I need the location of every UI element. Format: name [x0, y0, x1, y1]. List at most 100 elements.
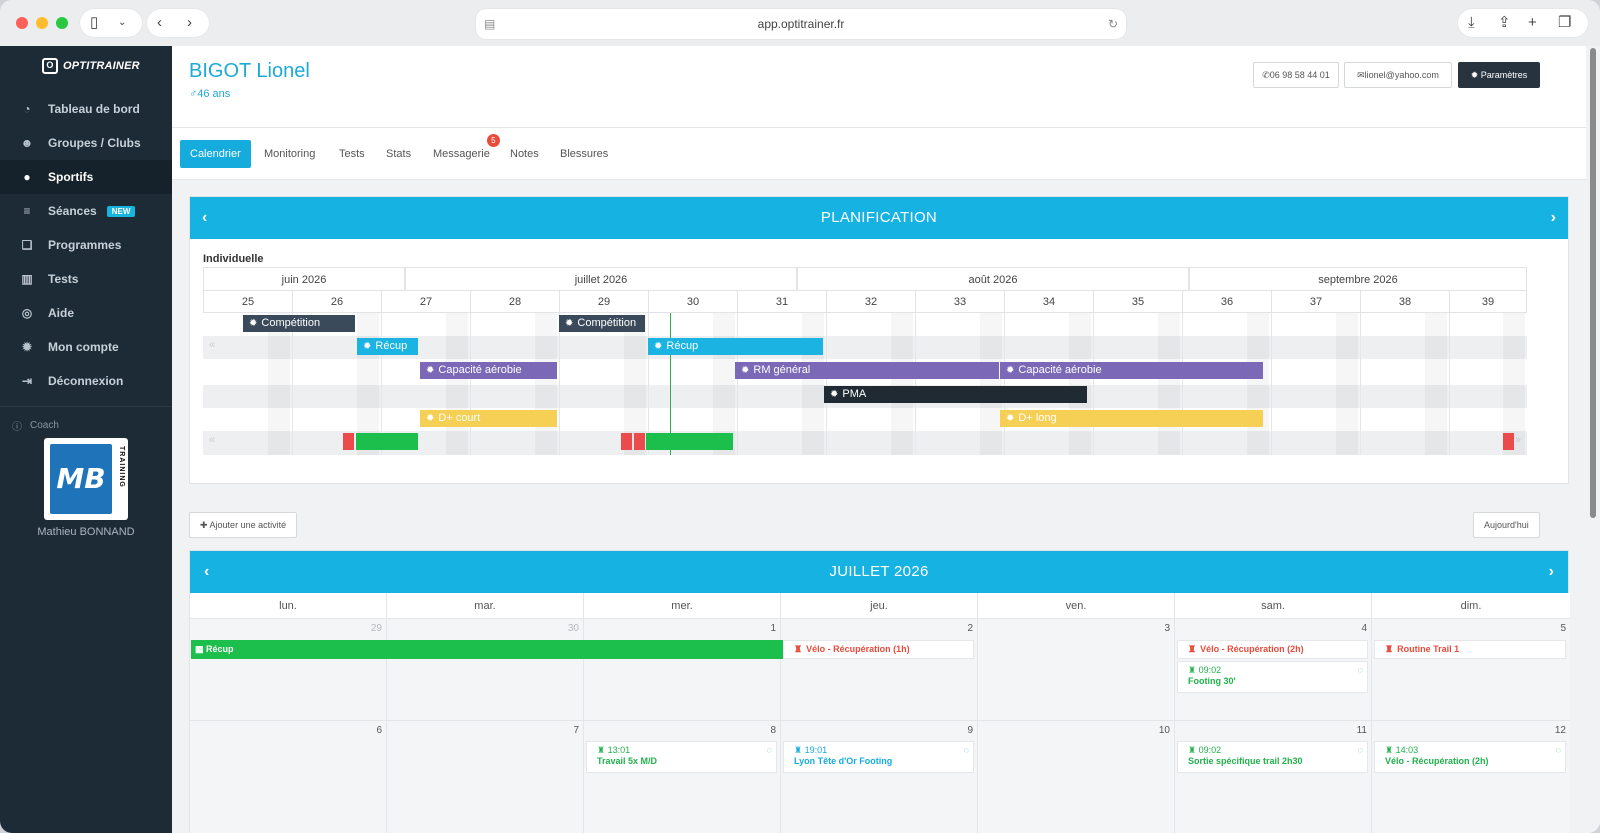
brand-name: OPTITRAINER [63, 60, 140, 72]
sidebar-item-tests[interactable]: ▥ Tests [0, 262, 172, 296]
calendar-event[interactable]: ♜ 09:02 Footing 30' ◌ [1177, 661, 1368, 693]
calendar-event[interactable]: ♜ Vélo - Récupération (2h) [1177, 640, 1368, 659]
settings-button[interactable]: ✹ Paramètres [1458, 62, 1540, 88]
next-period-icon[interactable]: › [1551, 197, 1556, 239]
share-icon[interactable]: ⇪ [1498, 9, 1511, 37]
week-header: 32 [826, 291, 916, 313]
comment-icon[interactable]: ◌ [1556, 745, 1561, 755]
calendar-event[interactable]: ♜ 14:03 Vélo - Récupération (2h) ◌ [1374, 741, 1566, 773]
day-number: 29 [370, 623, 382, 634]
unread-badge: 5 [486, 134, 500, 147]
sidebar-item-aide[interactable]: ◎ Aide [0, 296, 172, 330]
calendar-day[interactable]: 30 [387, 619, 584, 721]
address-bar[interactable]: ▤ app.optitrainer.fr ↻ [476, 9, 1126, 39]
new-tab-icon[interactable]: + [1528, 9, 1537, 37]
sidebar-item-sportifs[interactable]: ● Sportifs [0, 160, 172, 194]
tab-tests[interactable]: Tests [329, 140, 375, 168]
close-window-button[interactable] [16, 17, 28, 29]
download-icon[interactable]: ⤓ [1468, 9, 1475, 37]
calendar-day[interactable]: 5 [1372, 619, 1570, 721]
next-month-icon[interactable]: › [1549, 551, 1554, 593]
phase-bar-aerobie[interactable]: ✹ Capacité aérobie [420, 362, 557, 379]
comment-icon[interactable]: ◌ [1358, 745, 1363, 755]
calendar-day[interactable]: 6 [190, 721, 387, 833]
comment-icon[interactable]: ◌ [1358, 665, 1363, 675]
tab-calendrier[interactable]: Calendrier [180, 140, 251, 168]
calendar-icon: ▦ [195, 644, 207, 654]
scrollbar-thumb[interactable] [1590, 48, 1596, 518]
calendar-day[interactable]: 9 [781, 721, 978, 833]
tab-blessures[interactable]: Blessures [550, 140, 618, 168]
scroll-left-icon[interactable]: « [209, 339, 215, 351]
phase-bar-recup[interactable]: ✹ Récup [357, 338, 418, 355]
tab-stats[interactable]: Stats [376, 140, 421, 168]
today-button[interactable]: Aujourd'hui [1473, 512, 1540, 538]
phase-bar-aerobie[interactable]: ✹ Capacité aérobie [1000, 362, 1263, 379]
competition-marker[interactable] [343, 433, 354, 450]
tab-monitoring[interactable]: Monitoring [254, 140, 325, 168]
comment-icon[interactable]: ◌ [964, 745, 969, 755]
month-title: JUILLET 2026 [829, 563, 929, 580]
phase-bar-d-long[interactable]: ✹ D+ long [1000, 410, 1263, 427]
maximize-window-button[interactable] [56, 17, 68, 29]
bar-chart-icon: ▥ [21, 272, 33, 286]
sidebar-item-programmes[interactable]: ❏ Programmes [0, 228, 172, 262]
male-icon: ♂ [189, 88, 198, 100]
brand-logo[interactable]: O OPTITRAINER [42, 58, 140, 74]
recovery-marker[interactable] [646, 433, 733, 450]
tab-messagerie[interactable]: Messagerie 5 [423, 134, 500, 168]
tab-label: Blessures [560, 148, 609, 160]
add-activity-button[interactable]: ✚ Ajouter une activité [189, 512, 298, 538]
calendar-day[interactable]: 12 [1372, 721, 1570, 833]
page-scrollbar[interactable] [1586, 46, 1600, 833]
calendar-event[interactable]: ♜ 13:01 Travail 5x M/D ◌ [586, 741, 777, 773]
sidebar-item-account[interactable]: ✹ Mon compte [0, 330, 172, 364]
calendar-event[interactable]: ♜ Vélo - Récupération (1h) [783, 640, 974, 659]
coach-name: Mathieu BONNAND [37, 526, 135, 538]
competition-marker[interactable] [1503, 433, 1514, 450]
phone-button[interactable]: ✆06 98 58 44 01 [1253, 62, 1339, 88]
minimize-window-button[interactable] [36, 17, 48, 29]
calendar-day[interactable]: 1 [584, 619, 781, 721]
phase-bar-rm-general[interactable]: ✹ RM général [735, 362, 999, 379]
calendar-event[interactable]: ♜ 09:02 Sortie spécifique trail 2h30 ◌ [1177, 741, 1368, 773]
day-number: 1 [770, 623, 776, 634]
tabs-overview-icon[interactable]: ❐ [1558, 9, 1571, 37]
day-number: 6 [376, 725, 382, 736]
phase-bar-competition[interactable]: ✹ Compétition [559, 315, 645, 332]
phase-bar-competition[interactable]: ✹ Compétition [243, 315, 355, 332]
sidebar-item-seances[interactable]: ≡ Séances NEW [0, 194, 172, 228]
phase-bar-pma[interactable]: ✹ PMA [824, 386, 1087, 403]
back-icon[interactable]: ‹ [157, 9, 162, 37]
forward-icon[interactable]: › [187, 9, 192, 37]
calendar-day[interactable]: 29 [190, 619, 387, 721]
email-button[interactable]: ✉lionel@yahoo.com [1344, 62, 1452, 88]
scroll-right-icon[interactable]: » [1515, 434, 1521, 446]
comment-icon[interactable]: ◌ [767, 745, 772, 755]
scroll-left-icon[interactable]: « [209, 434, 215, 446]
calendar-day[interactable]: 11 [1175, 721, 1372, 833]
competition-marker[interactable] [634, 433, 645, 450]
calendar-day[interactable]: 8 [584, 721, 781, 833]
recovery-marker[interactable] [356, 433, 418, 450]
day-number: 8 [770, 725, 776, 736]
lifebuoy-icon: ◎ [21, 306, 33, 320]
calendar-day[interactable]: 2 [781, 619, 978, 721]
sidebar-toggle-button[interactable]: ▯ ⌄ [80, 9, 142, 37]
grid-line [1449, 313, 1450, 455]
week-header: 35 [1093, 291, 1183, 313]
calendar-day[interactable]: 10 [978, 721, 1175, 833]
phase-bar-recup[interactable]: ✹ Récup [648, 338, 823, 355]
sidebar-item-logout[interactable]: ⇥ Déconnexion [0, 364, 172, 398]
calendar-event[interactable]: ♜ 19:01 Lyon Tête d'Or Footing ◌ [783, 741, 974, 773]
calendar-day[interactable]: 7 [387, 721, 584, 833]
tab-notes[interactable]: Notes [500, 140, 549, 168]
event-title: Routine Trail 1 [1397, 644, 1460, 654]
calendar-day[interactable]: 3 [978, 619, 1175, 721]
sidebar-item-dashboard[interactable]: ◔ Tableau de bord [0, 92, 172, 126]
reload-icon[interactable]: ↻ [1108, 9, 1118, 39]
competition-marker[interactable] [621, 433, 632, 450]
sidebar-item-groups[interactable]: ☻ Groupes / Clubs [0, 126, 172, 160]
phase-bar-d-court[interactable]: ✹ D+ court [420, 410, 557, 427]
calendar-event[interactable]: ♜ Routine Trail 1 [1374, 640, 1566, 659]
